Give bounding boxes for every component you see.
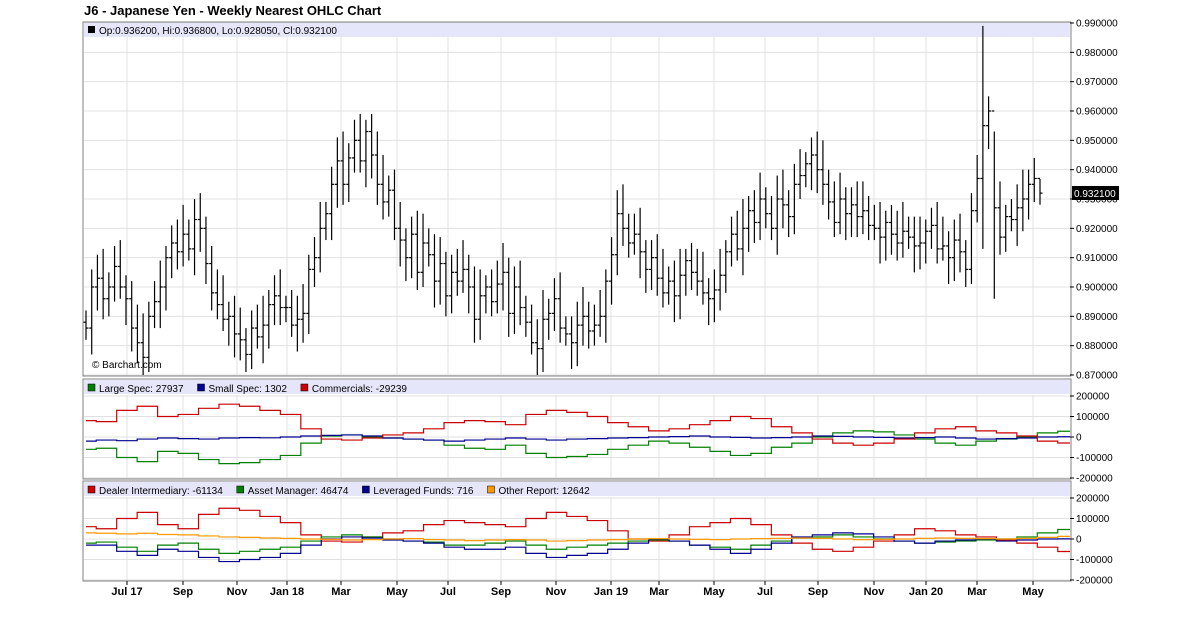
x-tick-label: Jul 17 — [111, 586, 142, 598]
legend-entry: Leveraged Funds: 716 — [373, 486, 474, 497]
y-tick-label: 100000 — [1076, 412, 1110, 423]
cot1-legend: Large Spec: 27937 Small Spec: 1302 Commerc… — [87, 383, 407, 395]
legend-entry: Asset Manager: 46474 — [248, 486, 349, 497]
y-tick-label: 200000 — [1076, 494, 1110, 505]
x-tick-label: Sep — [808, 586, 828, 598]
y-tick-label: 0.900000 — [1076, 283, 1118, 294]
cot1-y-axis: 200000 100000 0 -100000 -200000 — [1070, 392, 1113, 485]
legend-swatch — [87, 383, 96, 392]
y-tick-label: 0.960000 — [1076, 107, 1118, 118]
y-tick-label: -100000 — [1076, 453, 1113, 464]
cot-panel-1: Large Spec: 27937 Small Spec: 1302 Commerc… — [82, 378, 1113, 485]
x-tick-label: Mar — [331, 586, 351, 598]
x-tick-label: May — [386, 586, 408, 598]
ohlc-legend-text: Op:0.936200, Hi:0.936800, Lo:0.928050, C… — [99, 26, 337, 37]
cot-panel-2: Dealer Intermediary: -61134 Asset Manager… — [82, 480, 1113, 587]
x-tick-label: Jan 18 — [270, 586, 304, 598]
legend-swatch — [487, 485, 495, 494]
y-tick-label: 0.890000 — [1076, 312, 1118, 323]
x-tick-label: Nov — [227, 586, 249, 598]
y-tick-label: 0.970000 — [1076, 77, 1118, 88]
y-tick-label: -100000 — [1076, 555, 1113, 566]
x-tick-label: Jul — [757, 586, 773, 598]
y-tick-label: 0 — [1076, 433, 1082, 444]
y-tick-label: 0.950000 — [1076, 136, 1118, 147]
legend-entry: Small Spec: 1302 — [209, 384, 288, 395]
legend-swatch — [87, 485, 96, 494]
legend-entry: Other Report: 12642 — [498, 486, 590, 497]
y-tick-label: 0.920000 — [1076, 224, 1118, 235]
cot2-y-axis: 200000 100000 0 -100000 -200000 — [1070, 494, 1113, 587]
x-tick-label: Sep — [491, 586, 511, 598]
y-tick-label: 0.880000 — [1076, 341, 1118, 352]
y-tick-label: 0 — [1076, 535, 1082, 546]
y-tick-label: 200000 — [1076, 392, 1110, 403]
legend-swatch — [300, 383, 309, 392]
x-tick-label: Nov — [864, 586, 886, 598]
y-tick-label: 0.870000 — [1076, 371, 1118, 382]
x-tick-label: Mar — [649, 586, 669, 598]
x-tick-label: May — [1022, 586, 1044, 598]
y-tick-label: 0.990000 — [1076, 19, 1118, 30]
cot2-legend: Dealer Intermediary: -61134 Asset Manager… — [87, 485, 590, 497]
y-tick-label: 0.980000 — [1076, 48, 1118, 59]
x-tick-label: Jan 19 — [594, 586, 628, 598]
x-tick-label: May — [703, 586, 725, 598]
chart-canvas: Op:0.936200, Hi:0.936800, Lo:0.928050, C… — [82, 19, 1119, 598]
price-panel: Op:0.936200, Hi:0.936800, Lo:0.928050, C… — [82, 19, 1119, 382]
legend-swatch — [236, 485, 245, 494]
y-tick-label: -200000 — [1076, 576, 1113, 587]
last-price-label: 0.932100 — [1074, 189, 1116, 200]
x-axis: Jul 17 Sep Nov Jan 18 Mar May Jul Sep Nov Jan 19 M… — [111, 581, 1045, 598]
y-tick-label: 0.910000 — [1076, 253, 1118, 264]
legend-entry: Commercials: -29239 — [312, 384, 407, 395]
x-tick-label: Jul — [440, 586, 456, 598]
y-tick-label: -200000 — [1076, 474, 1113, 485]
legend-entry: Large Spec: 27937 — [99, 384, 184, 395]
watermark: © Barchart.com — [92, 360, 162, 371]
x-tick-label: Jan 20 — [909, 586, 943, 598]
x-tick-label: Nov — [546, 586, 568, 598]
y-tick-label: 0.940000 — [1076, 165, 1118, 176]
x-tick-label: Mar — [967, 586, 987, 598]
ohlc-legend-marker — [88, 26, 95, 33]
legend-swatch — [197, 383, 205, 392]
y-tick-label: 100000 — [1076, 514, 1110, 525]
x-tick-label: Sep — [173, 586, 193, 598]
legend-entry: Dealer Intermediary: -61134 — [99, 486, 223, 497]
legend-swatch — [362, 485, 370, 494]
